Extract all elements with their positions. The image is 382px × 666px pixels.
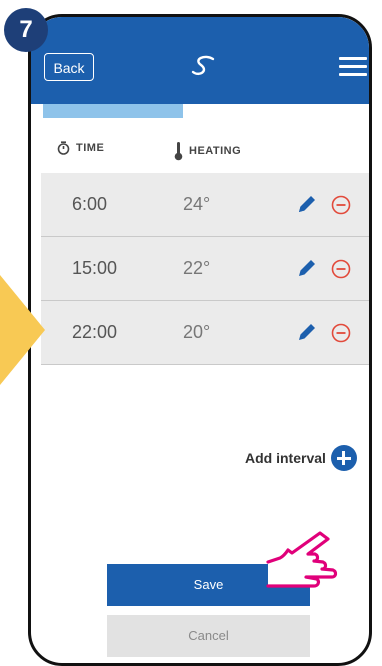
remove-interval-icon[interactable] <box>331 259 351 279</box>
app-header: Back <box>31 17 369 104</box>
progress-bar <box>43 104 183 118</box>
thermometer-icon <box>174 142 183 161</box>
brand-logo-icon <box>191 55 215 76</box>
column-label-time: TIME <box>76 142 105 154</box>
pencil-icon[interactable] <box>296 321 318 343</box>
interval-time: 6:00 <box>72 194 108 214</box>
column-header-heating: HEATING <box>174 141 241 161</box>
back-button[interactable]: Back <box>44 53 94 81</box>
remove-interval-icon[interactable] <box>331 323 351 343</box>
interval-temperature: 22° <box>183 258 211 278</box>
hamburger-menu-icon[interactable] <box>339 57 367 77</box>
pointing-hand-icon <box>266 531 338 588</box>
pencil-icon[interactable] <box>296 257 318 279</box>
add-interval-label: Add interval <box>245 450 326 466</box>
plus-icon[interactable] <box>330 445 357 471</box>
interval-list: 6:00 24° 15:00 22° 22:00 20° <box>41 173 369 365</box>
add-interval-button[interactable]: Add interval <box>245 445 357 471</box>
remove-interval-icon[interactable] <box>331 195 351 215</box>
interval-time: 22:00 <box>72 322 118 342</box>
interval-temperature: 24° <box>183 194 211 214</box>
pencil-icon[interactable] <box>296 193 318 215</box>
interval-row: 6:00 24° <box>41 173 369 237</box>
interval-temperature: 20° <box>183 322 211 342</box>
step-number-badge: 7 <box>4 8 48 52</box>
interval-row: 22:00 20° <box>41 301 369 365</box>
pointer-arrow <box>0 275 45 385</box>
column-header-time: TIME <box>57 141 104 155</box>
stopwatch-icon <box>57 141 70 155</box>
column-label-heating: HEATING <box>189 145 242 157</box>
cancel-button[interactable]: Cancel <box>107 615 310 657</box>
interval-time: 15:00 <box>72 258 118 278</box>
interval-row: 15:00 22° <box>41 237 369 301</box>
